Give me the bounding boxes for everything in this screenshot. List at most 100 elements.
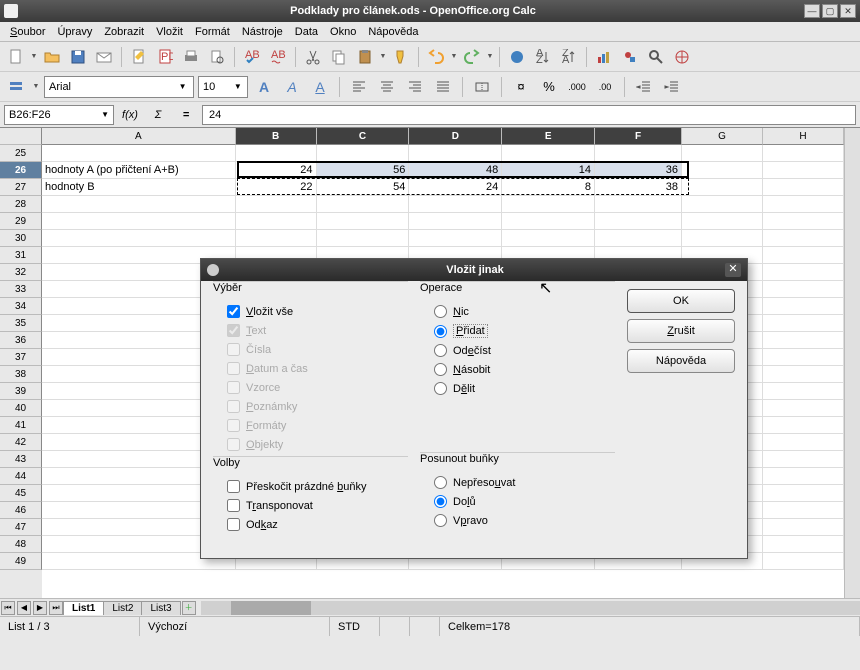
cell-G28[interactable] [682,196,763,213]
dialog-titlebar[interactable]: Vložit jinak ✕ [201,259,747,281]
status-sum[interactable]: Celkem=178 [440,617,860,636]
format-paint-button[interactable] [389,45,413,69]
remove-decimal-button[interactable]: .00 [593,75,617,99]
sort-asc-button[interactable]: AZ [531,45,555,69]
cell-F28[interactable] [595,196,682,213]
paste-dropdown[interactable]: ▼ [379,53,387,60]
font-name-combo[interactable]: ▼ [44,76,194,98]
cell-A27[interactable]: hodnoty B [42,179,236,196]
cell-C28[interactable] [317,196,410,213]
opt-dolu[interactable]: Dolů [420,492,615,511]
opt-nic[interactable]: Nic [420,302,615,321]
row-header-27[interactable]: 27 [0,179,42,196]
undo-button[interactable] [424,45,448,69]
copy-button[interactable] [327,45,351,69]
cell-H33[interactable] [763,281,844,298]
cell-A30[interactable] [42,230,236,247]
cell-H42[interactable] [763,434,844,451]
menu-nastroje[interactable]: Nástroje [236,24,289,40]
add-decimal-button[interactable]: .000 [565,75,589,99]
cell-H41[interactable] [763,417,844,434]
font-size-input[interactable] [203,81,233,93]
chart-button[interactable] [592,45,616,69]
cell-E27[interactable]: 8 [502,179,595,196]
new-doc-button[interactable] [4,45,28,69]
row-header-47[interactable]: 47 [0,519,42,536]
decrease-indent-button[interactable] [632,75,656,99]
ok-button[interactable]: OK [627,289,735,313]
row-header-39[interactable]: 39 [0,383,42,400]
menu-zobrazit[interactable]: Zobrazit [98,24,150,40]
cell-D25[interactable] [409,145,502,162]
col-header-E[interactable]: E [502,128,595,145]
col-header-G[interactable]: G [682,128,763,145]
sort-desc-button[interactable]: ZA [557,45,581,69]
cell-H25[interactable] [763,145,844,162]
cell-D29[interactable] [409,213,502,230]
col-header-D[interactable]: D [409,128,502,145]
cell-H31[interactable] [763,247,844,264]
cell-E30[interactable] [502,230,595,247]
cell-B28[interactable] [236,196,317,213]
redo-dropdown[interactable]: ▼ [486,53,494,60]
row-header-45[interactable]: 45 [0,485,42,502]
styles-dropdown[interactable]: ▼ [32,83,40,90]
cell-G29[interactable] [682,213,763,230]
row-header-46[interactable]: 46 [0,502,42,519]
row-header-41[interactable]: 41 [0,417,42,434]
add-sheet-button[interactable]: ＋ [182,601,196,615]
row-header-25[interactable]: 25 [0,145,42,162]
opt-delit[interactable]: Dělit [420,379,615,398]
cell-G26[interactable] [682,162,763,179]
hyperlink-button[interactable] [505,45,529,69]
opt-pridat[interactable]: Přidat [420,321,615,341]
underline-button[interactable]: A [308,75,332,99]
cell-C30[interactable] [317,230,410,247]
cell-G30[interactable] [682,230,763,247]
cell-B27[interactable]: 22 [236,179,317,196]
cell-H38[interactable] [763,366,844,383]
cancel-button[interactable]: Zrušit [627,319,735,343]
col-header-B[interactable]: B [236,128,317,145]
opt-vlozit-vse[interactable]: Vložit vše [213,302,408,321]
formula-input[interactable]: 24 [202,105,856,125]
cell-D26[interactable]: 48 [409,162,502,179]
bold-button[interactable]: A [252,75,276,99]
cell-H26[interactable] [763,162,844,179]
row-header-34[interactable]: 34 [0,298,42,315]
align-left-button[interactable] [347,75,371,99]
col-header-H[interactable]: H [763,128,844,145]
row-header-43[interactable]: 43 [0,451,42,468]
cell-E29[interactable] [502,213,595,230]
row-header-38[interactable]: 38 [0,366,42,383]
row-header-40[interactable]: 40 [0,400,42,417]
cell-F30[interactable] [595,230,682,247]
cell-A28[interactable] [42,196,236,213]
cell-H27[interactable] [763,179,844,196]
row-header-44[interactable]: 44 [0,468,42,485]
cell-H49[interactable] [763,553,844,570]
cell-H47[interactable] [763,519,844,536]
cell-F27[interactable]: 38 [595,179,682,196]
align-center-button[interactable] [375,75,399,99]
cell-H34[interactable] [763,298,844,315]
menu-okno[interactable]: Okno [324,24,362,40]
cell-H37[interactable] [763,349,844,366]
help-button[interactable]: Nápověda [627,349,735,373]
opt-nasobit[interactable]: Násobit [420,360,615,379]
opt-odkaz[interactable]: Odkaz [213,515,408,534]
currency-button[interactable]: ¤ [509,75,533,99]
cell-C27[interactable]: 54 [317,179,410,196]
cut-button[interactable] [301,45,325,69]
sheet-tab-List2[interactable]: List2 [103,601,142,615]
row-header-48[interactable]: 48 [0,536,42,553]
sheet-tab-List1[interactable]: List1 [63,601,104,615]
cell-F29[interactable] [595,213,682,230]
row-header-28[interactable]: 28 [0,196,42,213]
export-pdf-button[interactable]: PDF [153,45,177,69]
cell-C25[interactable] [317,145,410,162]
cell-B30[interactable] [236,230,317,247]
row-header-26[interactable]: 26 [0,162,42,179]
cell-G25[interactable] [682,145,763,162]
opt-preskocit[interactable]: Přeskočit prázdné buňky [213,477,408,496]
